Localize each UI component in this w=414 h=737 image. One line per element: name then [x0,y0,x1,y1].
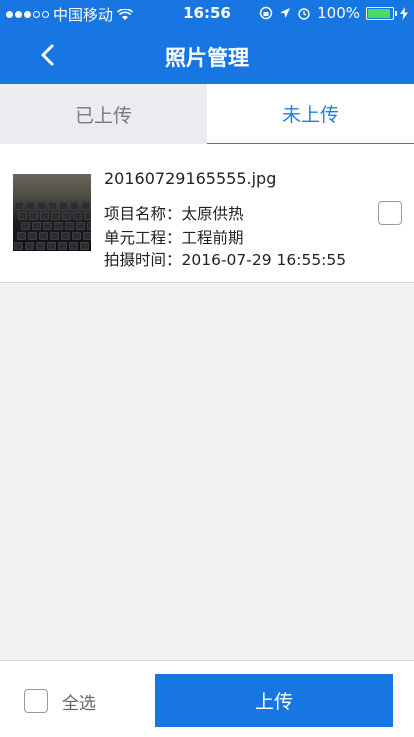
orientation-lock-icon [259,6,273,20]
photo-select-checkbox[interactable] [378,201,402,225]
photo-list: 20160729165555.jpg 项目名称：太原供热 单元工程：工程前期 拍… [0,144,414,283]
location-icon [280,8,291,18]
battery-icon [366,6,397,20]
photo-unit: 单元工程：工程前期 [104,229,244,247]
nav-bar: 照片管理 [0,28,414,84]
tab-uploaded[interactable]: 已上传 [0,84,207,144]
photo-thumbnail [13,174,91,251]
photo-project: 项目名称：太原供热 [104,205,244,223]
status-right: 100% [259,4,408,22]
select-all-checkbox[interactable] [24,689,48,713]
upload-button[interactable]: 上传 [155,674,393,727]
photo-time: 拍摄时间：2016-07-29 16:55:55 [104,251,347,269]
page-title: 照片管理 [165,46,249,70]
tab-bar: 已上传 未上传 [0,84,414,144]
tab-not-uploaded[interactable]: 未上传 [207,84,414,144]
select-all-label[interactable]: 全选 [62,689,96,714]
status-bar: 中国移动 16:56 100% [0,0,414,28]
alarm-icon [298,8,310,20]
footer-bar: 全选 上传 [0,660,414,737]
battery-percent: 100% [317,4,360,22]
charging-icon [400,6,408,20]
list-item[interactable]: 20160729165555.jpg 项目名称：太原供热 单元工程：工程前期 拍… [0,144,414,283]
photo-filename: 20160729165555.jpg [104,169,277,188]
